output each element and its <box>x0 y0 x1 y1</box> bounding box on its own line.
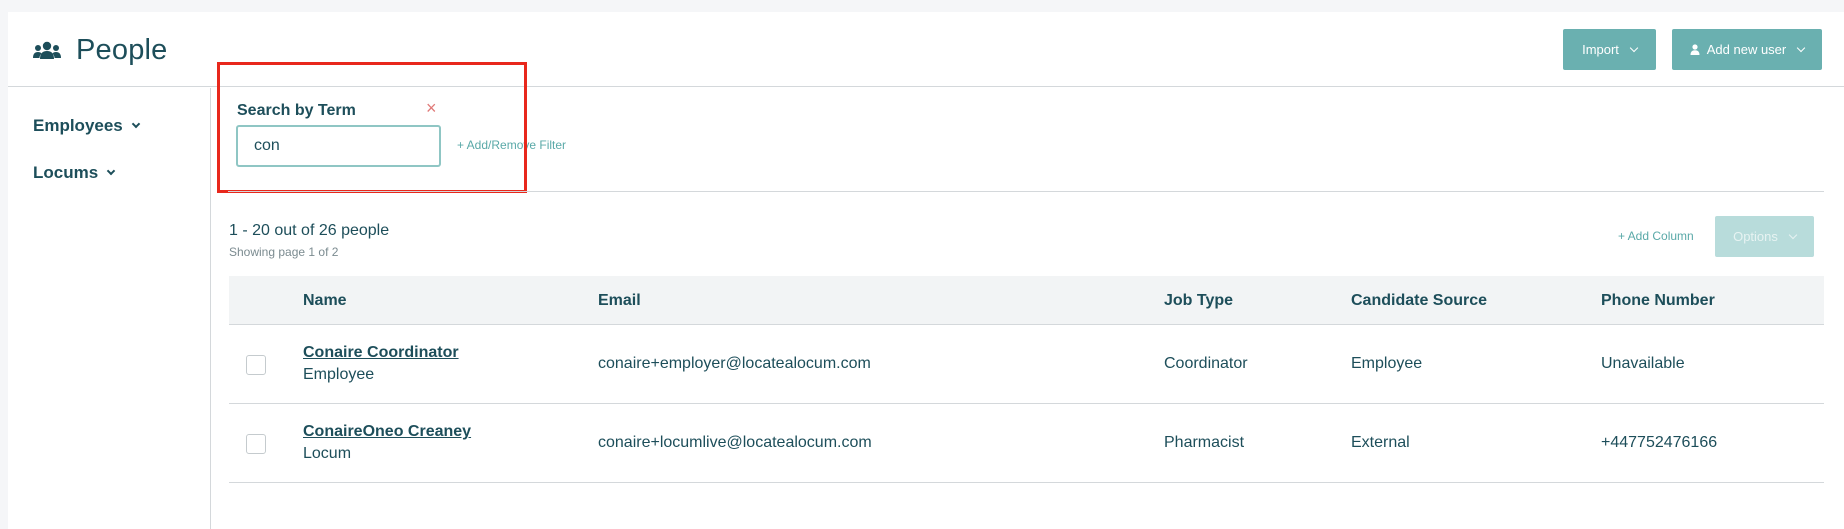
page-header: People Import Add new user <box>8 12 1844 87</box>
add-new-user-label: Add new user <box>1706 42 1787 57</box>
user-icon <box>1690 44 1700 55</box>
header-name[interactable]: Name <box>303 292 347 310</box>
job-type-cell: Pharmacist <box>1164 434 1245 451</box>
options-label: Options <box>1733 229 1778 244</box>
sidebar-item-label: Locums <box>33 163 99 182</box>
sidebar-item-employees[interactable]: Employees <box>33 116 141 136</box>
chevron-down-icon <box>1788 230 1798 239</box>
title-wrap: People <box>32 34 168 67</box>
sidebar: Employees Locums <box>8 88 211 529</box>
import-button[interactable]: Import <box>1563 29 1656 70</box>
person-name-link[interactable]: Conaire Coordinator <box>303 344 459 362</box>
job-type-cell: Coordinator <box>1164 355 1248 372</box>
candidate-source-cell: Employee <box>1351 355 1423 372</box>
chevron-down-icon <box>1629 43 1639 52</box>
person-role: Employee <box>303 366 375 383</box>
people-table: Name Email Job Type Candidate Source Pho… <box>229 276 1824 483</box>
add-new-user-button[interactable]: Add new user <box>1672 29 1822 70</box>
phone-cell: Unavailable <box>1601 355 1685 372</box>
row-checkbox[interactable] <box>246 355 266 375</box>
sidebar-item-locums[interactable]: Locums <box>33 163 116 183</box>
row-checkbox[interactable] <box>246 434 266 454</box>
search-input[interactable] <box>236 125 441 167</box>
header-job-type[interactable]: Job Type <box>1164 292 1233 310</box>
header-candidate-source[interactable]: Candidate Source <box>1351 292 1487 310</box>
chevron-down-icon <box>131 119 141 129</box>
options-button[interactable]: Options <box>1715 216 1814 257</box>
table-row: Conaire Coordinator Employee conaire+emp… <box>229 325 1824 404</box>
person-role: Locum <box>303 445 352 462</box>
results-count: 1 - 20 out of 26 people <box>229 222 390 239</box>
add-column-link[interactable]: + Add Column <box>1618 229 1694 243</box>
chevron-down-icon <box>106 166 116 176</box>
page-indicator: Showing page 1 of 2 <box>229 245 339 259</box>
chevron-down-icon <box>1797 43 1806 52</box>
table-header: Name Email Job Type Candidate Source Pho… <box>229 276 1824 325</box>
close-icon[interactable]: × <box>426 99 437 117</box>
people-icon <box>33 41 61 59</box>
email-cell: conaire+locumlive@locatealocum.com <box>598 434 872 451</box>
sidebar-item-label: Employees <box>33 116 123 135</box>
phone-cell: +447752476166 <box>1601 434 1718 451</box>
email-cell: conaire+employer@locatealocum.com <box>598 355 871 372</box>
header-email[interactable]: Email <box>598 292 641 310</box>
add-remove-filter-link[interactable]: + Add/Remove Filter <box>457 138 566 152</box>
import-label: Import <box>1582 42 1619 57</box>
candidate-source-cell: External <box>1351 434 1410 451</box>
filter-label: Search by Term <box>237 102 356 119</box>
filter-divider <box>228 191 1824 192</box>
table-row: ConaireOneo Creaney Locum conaire+locuml… <box>229 404 1824 483</box>
header-phone-number[interactable]: Phone Number <box>1601 292 1715 310</box>
person-name-link[interactable]: ConaireOneo Creaney <box>303 423 471 441</box>
page-title: People <box>76 34 168 66</box>
